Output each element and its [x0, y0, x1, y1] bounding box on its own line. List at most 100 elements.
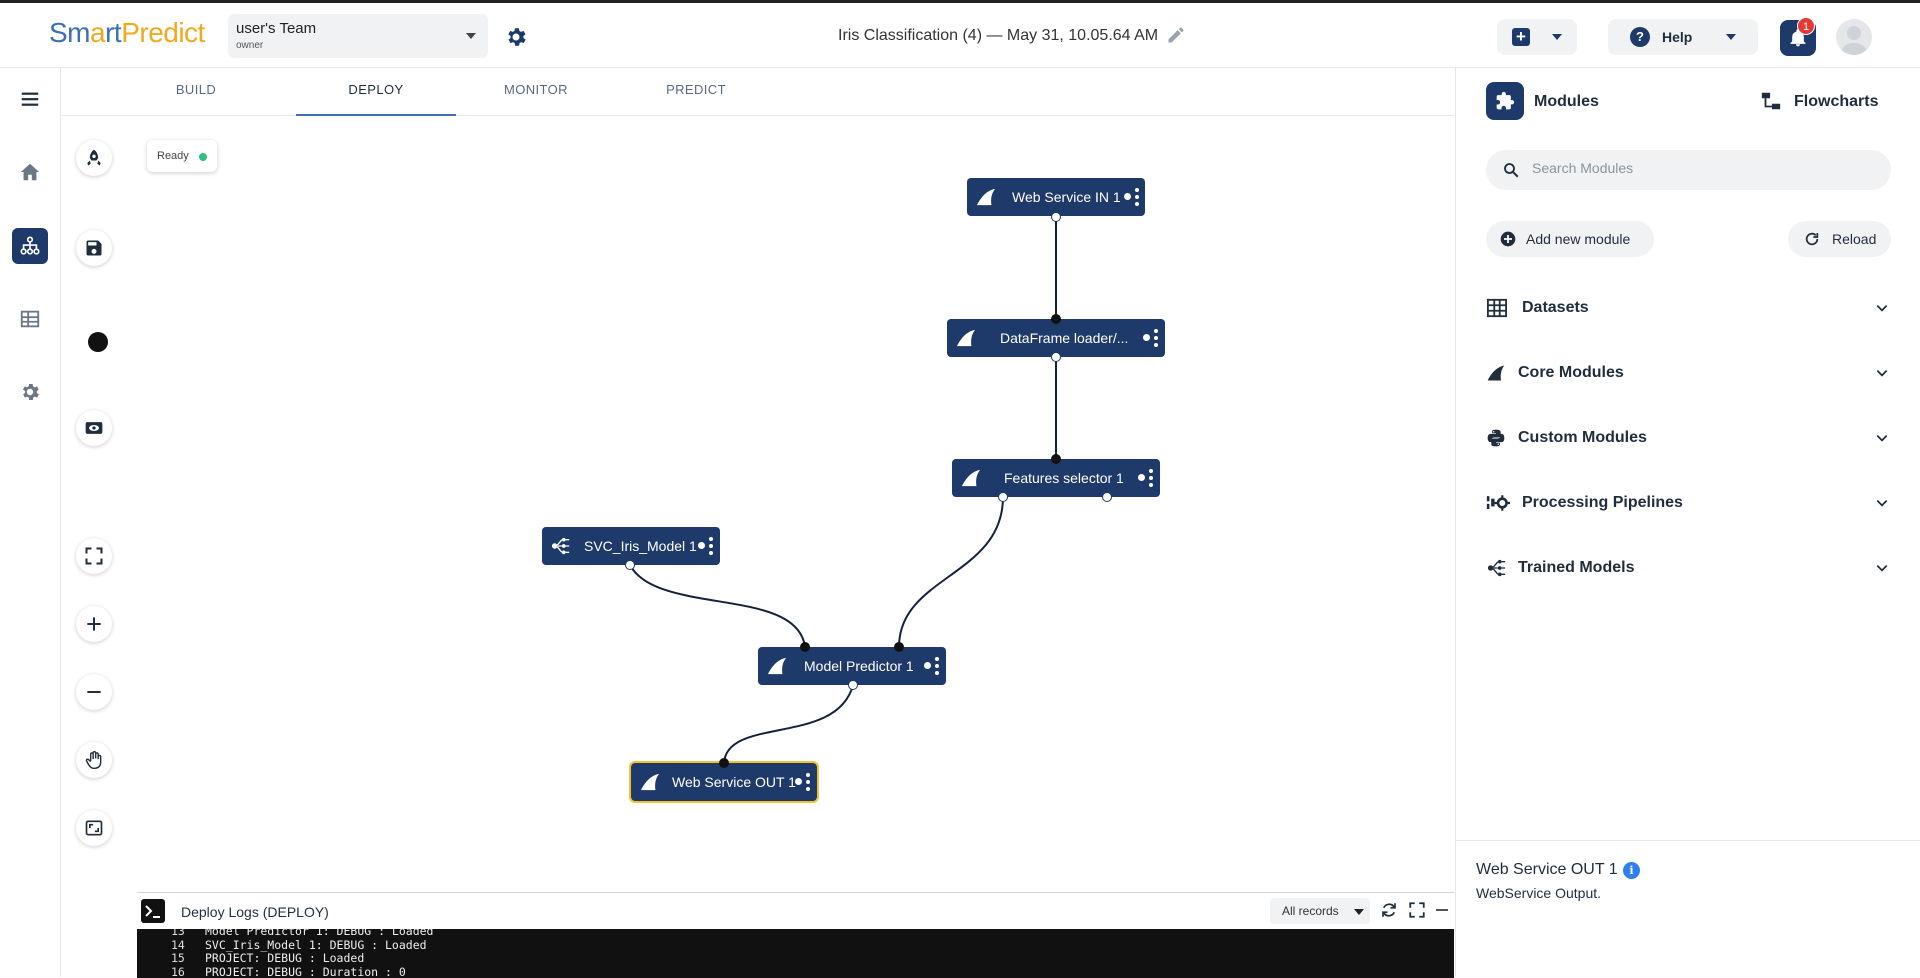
- menu-button[interactable]: [12, 81, 48, 117]
- log-line: 15PROJECT: DEBUG : Loaded: [171, 952, 1454, 966]
- kebab-icon[interactable]: [1149, 469, 1153, 487]
- dataset-icon: [19, 308, 41, 330]
- preview-button[interactable]: [76, 410, 112, 446]
- node-status-dot: [1143, 334, 1150, 341]
- save-button[interactable]: [76, 230, 112, 266]
- help-button[interactable]: ? Help: [1608, 19, 1758, 55]
- fit-view-button[interactable]: [76, 810, 112, 846]
- nav-home[interactable]: [12, 154, 48, 190]
- output-port[interactable]: [1051, 352, 1061, 362]
- logo-text-2: rt: [105, 17, 121, 48]
- caret-down-icon: [466, 33, 476, 39]
- smartpredict-logo[interactable]: SmartPredict: [49, 17, 205, 49]
- pencil-icon[interactable]: [1166, 25, 1186, 45]
- logs-filter-select[interactable]: All records: [1270, 898, 1370, 924]
- node-web-service-out[interactable]: Web Service OUT 1: [631, 763, 817, 801]
- chevron-down-icon: [1875, 366, 1889, 380]
- input-port[interactable]: [894, 642, 904, 652]
- input-port[interactable]: [800, 642, 810, 652]
- input-port[interactable]: [719, 758, 729, 768]
- top-bar: SmartPredict user's Team owner Iris Clas…: [0, 0, 1920, 68]
- debug-toggle[interactable]: [76, 321, 112, 357]
- section-custom-modules[interactable]: Custom Modules: [1486, 420, 1891, 456]
- node-label: Web Service OUT 1: [672, 774, 796, 790]
- output-port[interactable]: [625, 560, 635, 570]
- node-label: SVC_Iris_Model 1: [584, 538, 697, 554]
- module-info-title: Web Service OUT 1: [1476, 861, 1618, 879]
- help-icon: ?: [1630, 27, 1650, 47]
- logs-title: Deploy Logs (DEPLOY): [181, 904, 329, 920]
- search-input[interactable]: [1532, 160, 1872, 176]
- deploy-button[interactable]: [76, 140, 112, 176]
- tab-predict[interactable]: PREDICT: [616, 68, 776, 116]
- node-features-selector[interactable]: Features selector 1: [952, 459, 1160, 497]
- shark-fin-icon: [1486, 363, 1506, 383]
- kebab-icon[interactable]: [709, 537, 713, 555]
- home-icon: [19, 161, 41, 183]
- fullscreen-button[interactable]: [76, 538, 112, 574]
- team-role: owner: [236, 40, 263, 51]
- output-port[interactable]: [1102, 492, 1112, 502]
- section-core-modules[interactable]: Core Modules: [1486, 355, 1891, 391]
- node-web-service-in[interactable]: Web Service IN 1: [967, 178, 1145, 216]
- nav-settings[interactable]: [12, 374, 48, 410]
- kebab-icon[interactable]: [935, 657, 939, 675]
- zoom-out-button[interactable]: [76, 674, 112, 710]
- deploy-logs-panel: Deploy Logs (DEPLOY) All records 13Model…: [137, 892, 1454, 977]
- output-port[interactable]: [1051, 212, 1061, 222]
- kebab-icon[interactable]: [1154, 329, 1158, 347]
- nav-datasets[interactable]: [12, 301, 48, 337]
- tab-modules-label: Modules: [1534, 93, 1599, 111]
- section-label: Custom Modules: [1518, 429, 1647, 447]
- flow-canvas[interactable]: Ready Web Service IN 1 DataFrame loader/…: [137, 116, 1454, 892]
- flowchart-icon: [19, 235, 41, 257]
- project-title: Iris Classification (4) — May 31, 10.05.…: [838, 27, 1158, 45]
- tab-monitor[interactable]: MONITOR: [456, 68, 616, 116]
- section-label: Processing Pipelines: [1522, 494, 1683, 512]
- node-status-dot: [1124, 193, 1131, 200]
- add-menu-button[interactable]: +: [1497, 19, 1577, 55]
- nav-flowchart[interactable]: [12, 228, 48, 264]
- team-name: user's Team: [236, 20, 316, 37]
- shark-fin-icon: [975, 187, 997, 207]
- input-port[interactable]: [1051, 454, 1061, 464]
- avatar[interactable]: [1836, 19, 1872, 55]
- output-port[interactable]: [998, 492, 1008, 502]
- shark-fin-icon: [639, 772, 661, 792]
- pipeline-icon: [1486, 493, 1510, 513]
- output-port[interactable]: [848, 680, 858, 690]
- terminal-icon: [141, 899, 165, 923]
- reload-icon: [1804, 231, 1820, 247]
- grid-icon: [1486, 298, 1508, 318]
- tab-deploy[interactable]: DEPLOY: [296, 68, 456, 116]
- tab-flowcharts[interactable]: Flowcharts: [1754, 82, 1894, 120]
- minimize-icon[interactable]: [1434, 901, 1450, 919]
- info-icon[interactable]: i: [1623, 862, 1640, 879]
- section-datasets[interactable]: Datasets: [1486, 290, 1891, 326]
- tab-build[interactable]: BUILD: [116, 68, 276, 116]
- search-modules: [1486, 150, 1891, 190]
- section-processing-pipelines[interactable]: Processing Pipelines: [1486, 485, 1891, 521]
- kebab-icon[interactable]: [806, 773, 810, 791]
- reload-button[interactable]: Reload: [1788, 221, 1891, 257]
- help-label: Help: [1662, 29, 1692, 45]
- section-trained-models[interactable]: Trained Models: [1486, 550, 1891, 586]
- logs-header: Deploy Logs (DEPLOY) All records: [137, 893, 1454, 929]
- input-port[interactable]: [1051, 314, 1061, 324]
- kebab-icon[interactable]: [1135, 188, 1139, 206]
- log-line: 14SVC_Iris_Model 1: DEBUG : Loaded: [171, 939, 1454, 953]
- add-new-module-button[interactable]: Add new module: [1486, 221, 1654, 257]
- shark-fin-icon: [960, 468, 982, 488]
- refresh-icon[interactable]: [1380, 901, 1398, 919]
- node-label: DataFrame loader/...: [1000, 330, 1128, 346]
- pan-button[interactable]: [76, 742, 112, 778]
- zoom-in-button[interactable]: [76, 606, 112, 642]
- puzzle-icon: [1486, 82, 1524, 120]
- canvas-toolbar: [62, 116, 137, 977]
- team-select[interactable]: user's Team owner: [228, 14, 488, 58]
- chevron-down-icon: [1875, 561, 1889, 575]
- section-label: Datasets: [1522, 299, 1589, 317]
- gear-icon[interactable]: [504, 25, 528, 49]
- node-status-dot: [924, 662, 931, 669]
- expand-icon[interactable]: [1408, 901, 1426, 919]
